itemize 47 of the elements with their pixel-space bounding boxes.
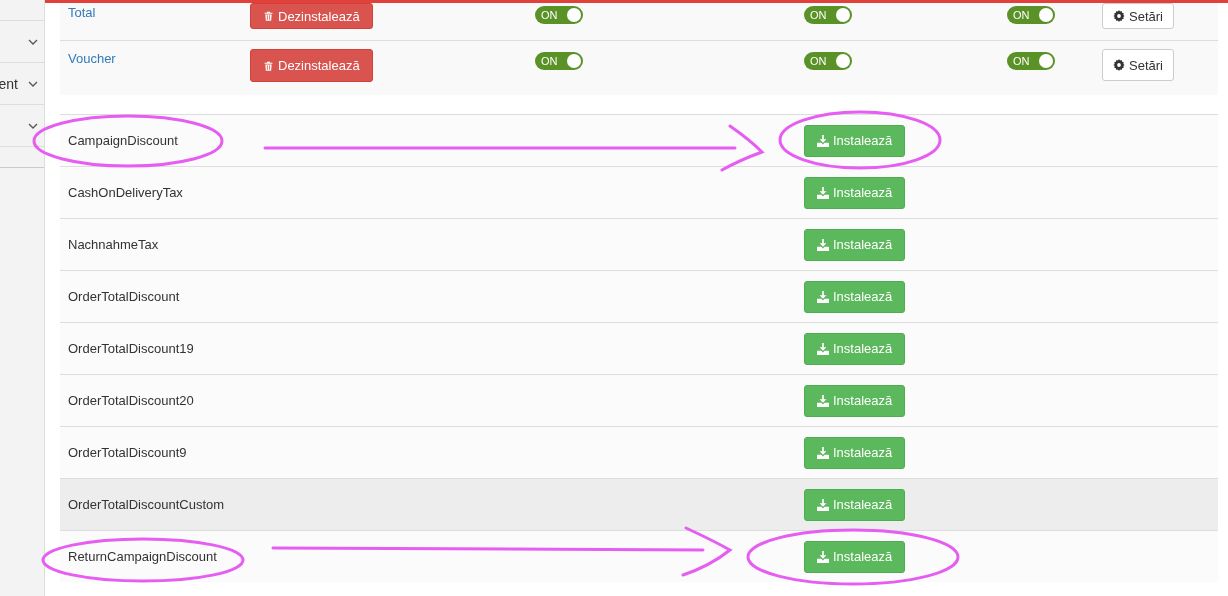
download-icon	[817, 290, 829, 303]
download-icon	[817, 134, 829, 147]
sidebar-item[interactable]: ent	[0, 63, 44, 105]
install-button[interactable]: Instalează	[804, 384, 906, 417]
toggle-switch[interactable]: ON	[804, 52, 852, 70]
module-name: ReturnCampaignDiscount	[67, 549, 218, 564]
module-name: CampaignDiscount	[67, 133, 179, 148]
module-name: OrderTotalDiscount19	[67, 341, 195, 356]
settings-icon	[1113, 10, 1125, 22]
install-button[interactable]: Instalează	[804, 540, 906, 573]
settings-button[interactable]: Setări	[1102, 49, 1174, 81]
uninstall-button[interactable]: Dezinstalează	[250, 3, 373, 29]
install-button[interactable]: Instalează	[804, 228, 906, 261]
download-icon	[817, 394, 829, 407]
module-name: OrderTotalDiscount	[67, 289, 181, 304]
download-icon	[817, 342, 829, 355]
install-button[interactable]: Instalează	[804, 280, 906, 313]
download-icon	[817, 550, 829, 563]
toggle-switch[interactable]: ON	[535, 52, 583, 70]
trash-icon	[263, 59, 274, 72]
settings-icon	[1113, 59, 1125, 71]
install-button[interactable]: Instalează	[804, 176, 906, 209]
toggle-switch[interactable]: ON	[804, 6, 852, 24]
download-icon	[817, 186, 829, 199]
install-button[interactable]: Instalează	[804, 124, 906, 157]
module-name: OrderTotalDiscount20	[67, 393, 195, 408]
install-button[interactable]: Instalează	[804, 488, 906, 521]
module-name: NachnahmeTax	[67, 237, 160, 252]
trash-icon	[263, 10, 274, 22]
module-name: CashOnDeliveryTax	[67, 185, 184, 200]
chevron-down-icon	[28, 122, 38, 129]
module-link[interactable]: Voucher	[60, 49, 250, 66]
module-name: OrderTotalDiscountCustom	[67, 497, 226, 512]
install-button[interactable]: Instalează	[804, 332, 906, 365]
module-name: OrderTotalDiscount9	[67, 445, 188, 460]
toggle-switch[interactable]: ON	[1007, 6, 1055, 24]
uninstall-button[interactable]: Dezinstalează	[250, 49, 373, 82]
toggle-switch[interactable]: ON	[535, 6, 583, 24]
settings-button[interactable]: Setări	[1102, 3, 1174, 29]
download-icon	[817, 446, 829, 459]
download-icon	[817, 238, 829, 251]
toggle-switch[interactable]: ON	[1007, 52, 1055, 70]
chevron-down-icon	[28, 38, 38, 45]
chevron-down-icon	[28, 80, 38, 87]
download-icon	[817, 498, 829, 511]
module-link[interactable]: Total	[60, 3, 250, 20]
install-button[interactable]: Instalează	[804, 436, 906, 469]
